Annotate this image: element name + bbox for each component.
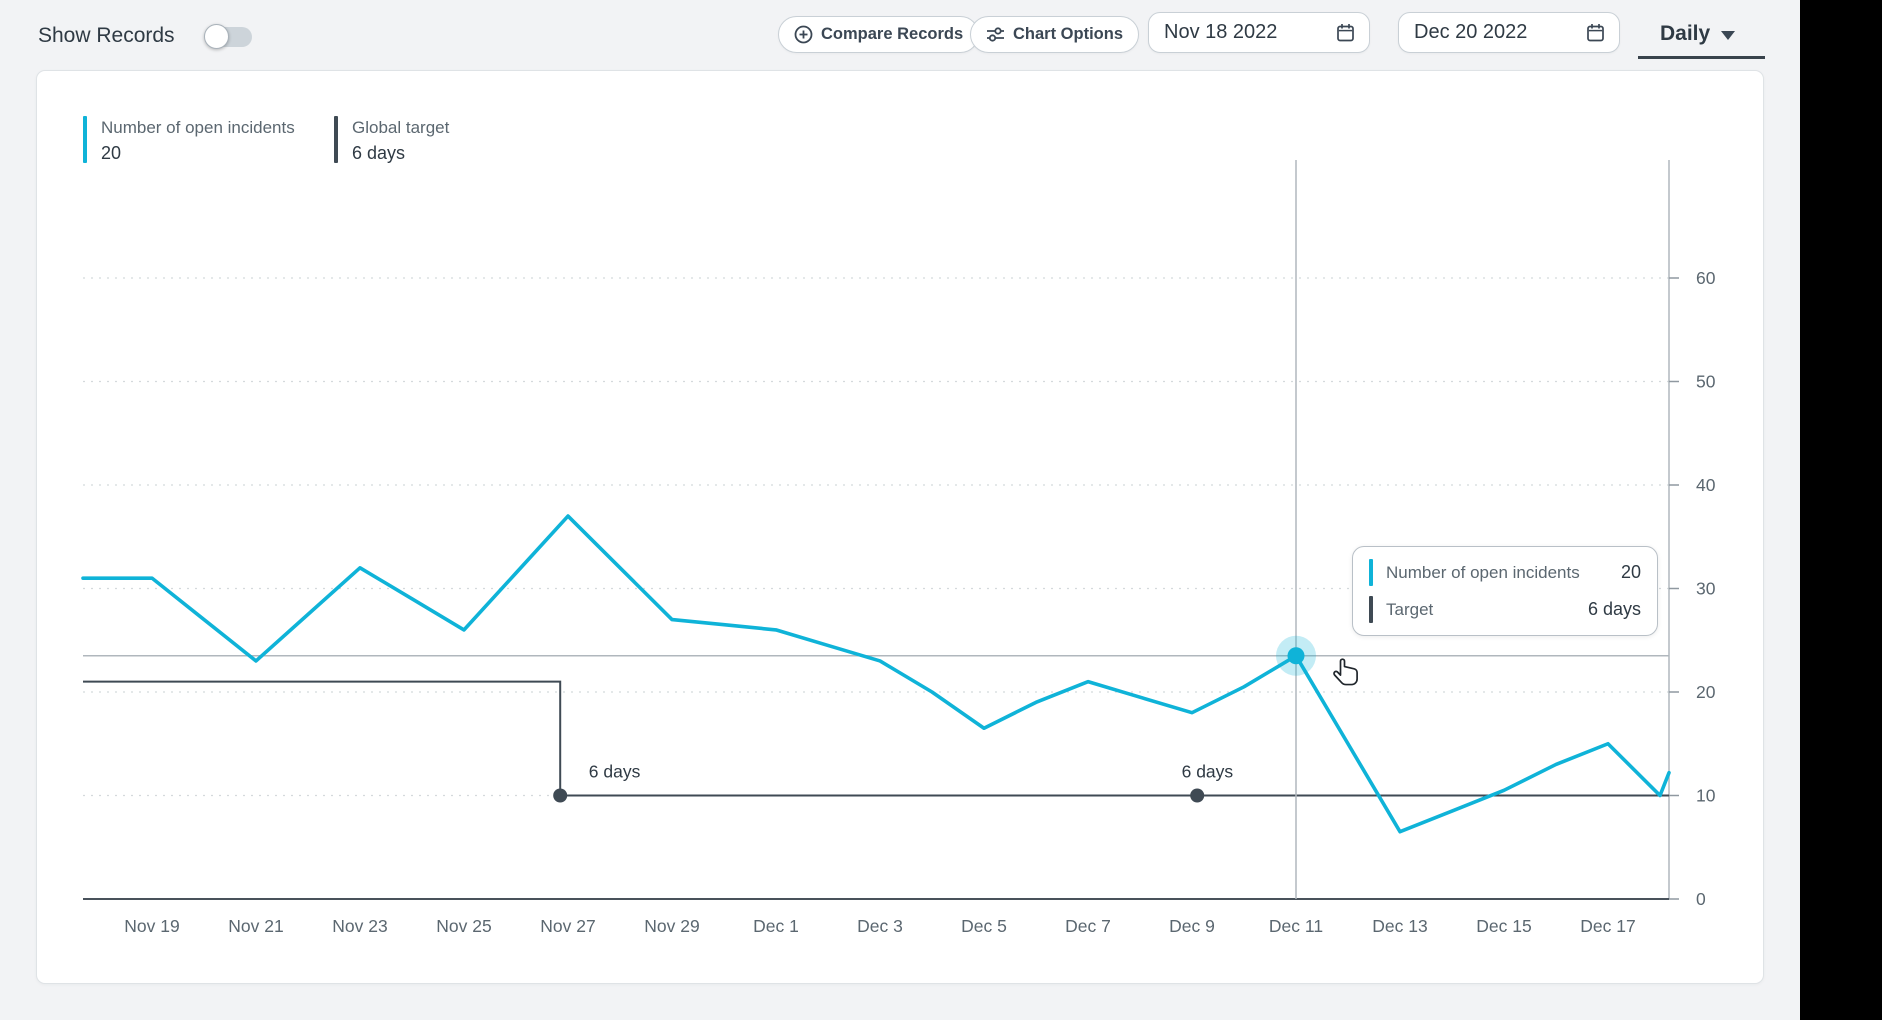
y-tick-label: 60 [1696,268,1716,288]
chart-card: 0 10 20 30 40 50 60 Nov 19 Nov 21 Nov 23 Nov 25 Nov… [36,70,1764,984]
start-date-value: Nov 18 2022 [1164,21,1337,44]
x-tick-label: Dec 13 [1372,916,1427,936]
tooltip-incidents-label: Number of open incidents [1386,563,1608,583]
target-marker-dot [553,789,567,803]
legend-item-target[interactable]: Global target 6 days [334,116,449,164]
legend-incidents-label: Number of open incidents [101,116,295,140]
chart-options-label: Chart Options [1013,25,1123,44]
x-tick-label: Nov 29 [644,916,699,936]
compare-records-label: Compare Records [821,25,963,44]
y-tick-label: 50 [1696,372,1716,392]
legend-target-label: Global target [352,116,449,140]
tooltip-target-value: 6 days [1588,599,1641,620]
granularity-underline [1638,56,1765,59]
end-date-input[interactable]: Dec 20 2022 [1398,12,1620,53]
x-tick-label: Nov 23 [332,916,387,936]
right-black-strip [1800,0,1882,1020]
tooltip-incidents-value: 20 [1621,562,1641,583]
show-records-label: Show Records [38,24,175,48]
x-tick-label: Nov 27 [540,916,595,936]
x-tick-label: Dec 1 [753,916,799,936]
tooltip-swatch-cyan [1369,559,1373,586]
y-tick-label: 10 [1696,786,1716,806]
target-step-line [83,682,1669,796]
tooltip-row-incidents: Number of open incidents 20 [1369,559,1641,586]
end-date-value: Dec 20 2022 [1414,21,1587,44]
x-tick-label: Dec 11 [1269,916,1323,936]
incident-trend-chart[interactable]: 0 10 20 30 40 50 60 Nov 19 Nov 21 Nov 23 Nov 25 Nov… [37,71,1765,985]
x-tick-label: Dec 5 [961,916,1007,936]
start-date-input[interactable]: Nov 18 2022 [1148,12,1370,53]
chart-options-button[interactable]: Chart Options [970,16,1139,53]
y-tick-label: 0 [1696,889,1706,909]
x-tick-label: Dec 7 [1065,916,1111,936]
toggle-knob-icon [204,24,229,49]
show-records-toggle[interactable] [206,27,252,47]
legend-swatch-dark [334,116,338,163]
chart-tooltip: Number of open incidents 20 Target 6 day… [1352,546,1658,636]
y-tick-label: 40 [1696,475,1716,495]
x-tick-label: Nov 19 [124,916,179,936]
x-tick-label: Nov 25 [436,916,491,936]
legend-item-incidents[interactable]: Number of open incidents 20 [83,116,295,164]
granularity-value: Daily [1660,22,1710,46]
hand-cursor [1333,657,1360,688]
target-marker-dot [1190,789,1204,803]
x-tick-label: Dec 15 [1476,916,1531,936]
tooltip-target-label: Target [1386,600,1575,620]
chevron-down-icon [1721,31,1735,40]
x-tick-label: Nov 21 [228,916,283,936]
tooltip-row-target: Target 6 days [1369,596,1641,623]
legend-target-value: 6 days [352,143,449,164]
legend-incidents-value: 20 [101,143,295,164]
x-tick-label: Dec 17 [1580,916,1635,936]
granularity-dropdown[interactable]: Daily [1660,22,1735,46]
tooltip-swatch-dark [1369,596,1373,623]
calendar-icon [1587,23,1604,42]
x-tick-label: Dec 9 [1169,916,1215,936]
compare-records-button[interactable]: Compare Records [778,16,979,53]
y-tick-label: 30 [1696,579,1716,599]
calendar-icon [1337,23,1354,42]
x-tick-label: Dec 3 [857,916,903,936]
circle-plus-icon [794,25,813,44]
legend-swatch-cyan [83,116,87,163]
y-tick-label: 20 [1696,682,1716,702]
hover-point[interactable] [1288,647,1305,664]
sliders-icon [986,26,1005,43]
target-annotation-label: 6 days [1182,762,1234,782]
target-annotation-label: 6 days [589,762,641,782]
